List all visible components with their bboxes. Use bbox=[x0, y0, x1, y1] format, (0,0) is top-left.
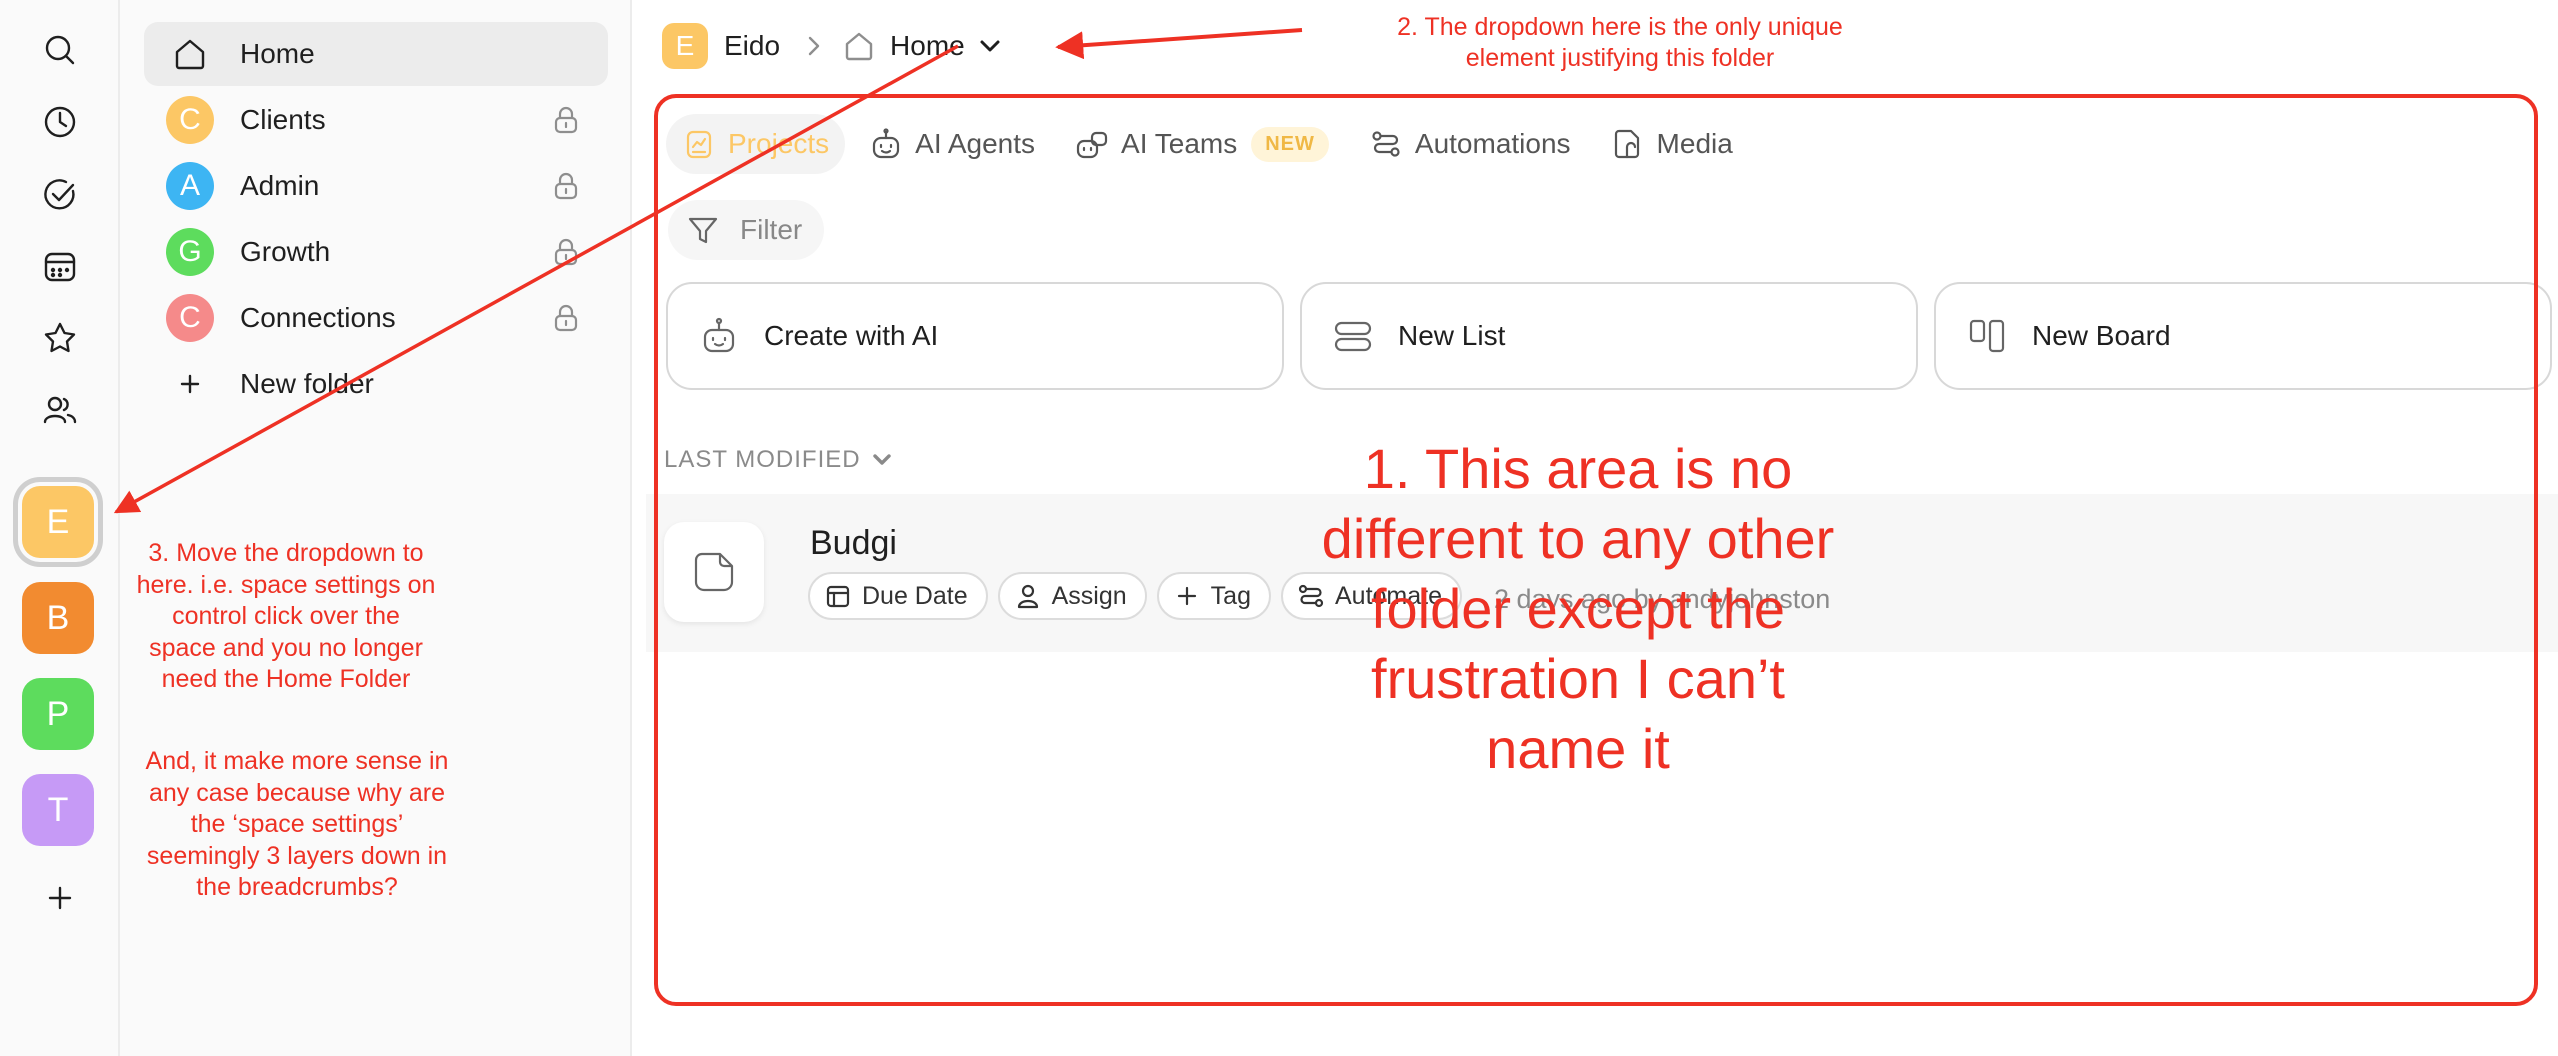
folder-avatar: C bbox=[166, 96, 214, 144]
tag-chip[interactable]: Tag bbox=[1156, 572, 1271, 620]
annotation-note-4: And, it make more sense in any case beca… bbox=[145, 747, 449, 901]
star-icon[interactable] bbox=[36, 314, 84, 362]
tab-ai-teams[interactable]: AI Teams NEW bbox=[1059, 114, 1345, 174]
calendar-icon bbox=[826, 585, 850, 608]
new-folder-label: New folder bbox=[240, 368, 374, 399]
breadcrumb: E Eido Home bbox=[662, 20, 1003, 72]
breadcrumb-space-avatar[interactable]: E bbox=[662, 23, 708, 69]
chip-label: Due Date bbox=[862, 581, 968, 610]
calendar-icon[interactable] bbox=[36, 242, 84, 290]
sidebar-item-home[interactable]: Home bbox=[144, 22, 608, 86]
tab-projects[interactable]: Projects bbox=[666, 114, 846, 174]
space-avatar-letter: B bbox=[46, 598, 70, 637]
space-avatar-letter: P bbox=[46, 694, 70, 733]
tab-label: Media bbox=[1656, 128, 1733, 159]
tab-ai-agents[interactable]: AI Agents bbox=[853, 114, 1051, 174]
filter-button[interactable]: Filter bbox=[668, 200, 825, 260]
space-avatar-t[interactable]: T bbox=[22, 774, 94, 846]
space-avatar-letter: E bbox=[46, 502, 70, 541]
tab-media[interactable]: Media bbox=[1595, 114, 1749, 174]
tab-automations[interactable]: Automations bbox=[1353, 114, 1587, 174]
users-icon[interactable] bbox=[36, 386, 84, 434]
chip-label: Tag bbox=[1210, 581, 1251, 610]
user-icon bbox=[1017, 584, 1038, 609]
chip-label: Assign bbox=[1051, 581, 1127, 610]
create-card-label: New List bbox=[1398, 320, 1506, 351]
project-icon bbox=[664, 522, 764, 622]
automation-icon bbox=[1372, 131, 1400, 157]
folder-avatar: G bbox=[166, 228, 214, 276]
plus-icon bbox=[168, 362, 212, 406]
sidebar-item-clients[interactable]: C Clients bbox=[144, 88, 608, 152]
filter-icon bbox=[688, 217, 718, 244]
new-folder-button[interactable]: New folder bbox=[144, 352, 608, 416]
lock-icon bbox=[550, 302, 582, 334]
icon-rail: E B P T bbox=[0, 0, 120, 1056]
breadcrumb-folder[interactable]: Home bbox=[890, 30, 965, 62]
plus-icon[interactable] bbox=[36, 874, 84, 922]
annotation-note-2: 2. The dropdown here is the only unique … bbox=[1397, 13, 1843, 72]
chevron-down-icon bbox=[872, 454, 891, 465]
new-board-button[interactable]: New Board bbox=[1934, 282, 2552, 390]
breadcrumb-space[interactable]: Eido bbox=[724, 30, 780, 62]
home-icon bbox=[842, 29, 876, 63]
create-with-ai-button[interactable]: Create with AI bbox=[666, 282, 1284, 390]
create-card-label: Create with AI bbox=[764, 320, 939, 351]
space-avatar-b[interactable]: B bbox=[22, 582, 94, 654]
lock-icon bbox=[550, 170, 582, 202]
space-avatar-p[interactable]: P bbox=[22, 678, 94, 750]
document-icon bbox=[694, 552, 734, 592]
clipboard-icon bbox=[686, 130, 712, 159]
list-icon bbox=[1334, 321, 1372, 352]
tab-label: AI Teams bbox=[1121, 128, 1238, 159]
sidebar-item-label: Growth bbox=[240, 236, 331, 267]
robot-icon bbox=[873, 128, 900, 159]
robot-team-icon bbox=[1076, 131, 1108, 159]
folder-avatar: A bbox=[166, 162, 214, 210]
sidebar-item-growth[interactable]: G Growth bbox=[144, 220, 608, 284]
clock-icon[interactable] bbox=[36, 98, 84, 146]
sidebar-item-label: Connections bbox=[240, 302, 396, 333]
sidebar-item-connections[interactable]: C Connections bbox=[144, 286, 608, 350]
media-icon bbox=[1614, 129, 1639, 159]
board-icon bbox=[1969, 319, 2005, 353]
new-badge: NEW bbox=[1251, 126, 1329, 162]
tab-bar: Projects AI Agents AI Teams NEW Automati… bbox=[666, 114, 1757, 174]
sidebar-item-label: Home bbox=[240, 38, 315, 69]
due-date-chip[interactable]: Due Date bbox=[808, 572, 988, 620]
check-circle-icon[interactable] bbox=[36, 170, 84, 218]
chevron-down-icon[interactable] bbox=[977, 33, 1003, 59]
home-icon bbox=[168, 32, 212, 76]
new-list-button[interactable]: New List bbox=[1300, 282, 1918, 390]
robot-icon bbox=[703, 317, 735, 353]
chevron-right-icon bbox=[802, 34, 826, 58]
create-card-label: New Board bbox=[2032, 320, 2171, 351]
filter-label: Filter bbox=[740, 214, 803, 245]
lock-icon bbox=[550, 104, 582, 136]
sort-dropdown[interactable]: LAST MODIFIED bbox=[664, 446, 893, 474]
sidebar-item-label: Admin bbox=[240, 170, 320, 201]
plus-icon bbox=[1177, 586, 1196, 606]
sidebar-item-admin[interactable]: A Admin bbox=[144, 154, 608, 218]
search-icon[interactable] bbox=[36, 26, 84, 74]
lock-icon bbox=[550, 236, 582, 268]
sort-label: LAST MODIFIED bbox=[664, 446, 861, 473]
annotation-note-3: 3. Move the dropdown to here. i.e. space… bbox=[136, 539, 436, 693]
space-avatar-e[interactable]: E bbox=[22, 486, 94, 558]
project-name: Budgi bbox=[810, 524, 897, 562]
folder-avatar: C bbox=[166, 294, 214, 342]
tab-label: AI Agents bbox=[915, 128, 1036, 159]
tab-label: Projects bbox=[728, 128, 830, 159]
sidebar-item-label: Clients bbox=[240, 104, 326, 135]
tab-label: Automations bbox=[1414, 128, 1571, 159]
assign-chip[interactable]: Assign bbox=[997, 572, 1147, 620]
annotation-note-1: 1. This area is no different to any othe… bbox=[1321, 437, 1835, 780]
space-avatar-letter: T bbox=[47, 790, 69, 829]
